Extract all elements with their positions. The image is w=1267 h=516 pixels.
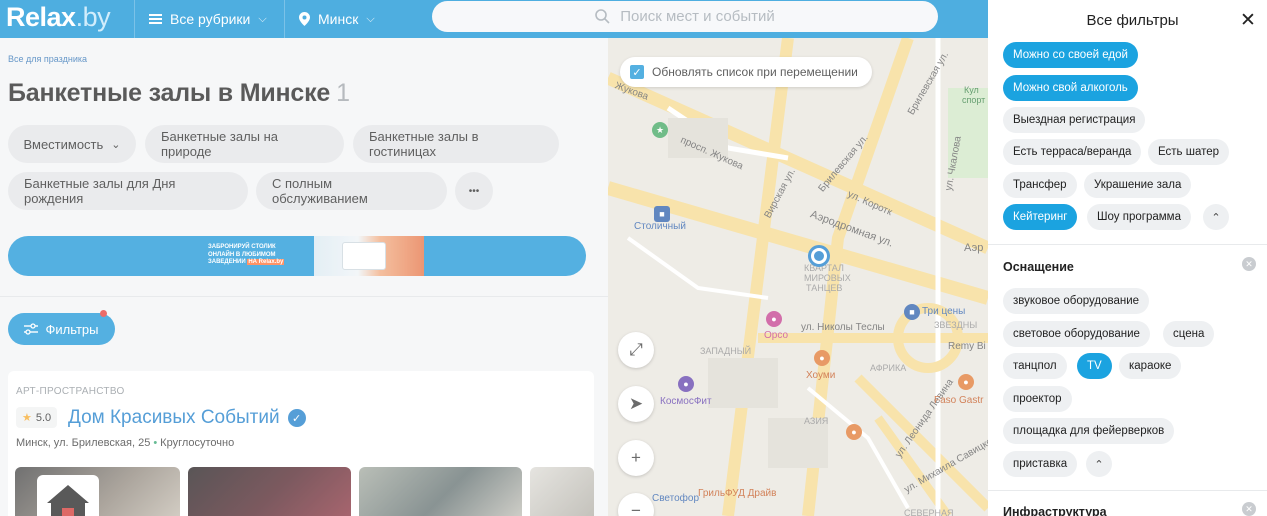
chevron-up-icon: ⌃ bbox=[1211, 211, 1221, 224]
filter-tag[interactable]: караоке bbox=[1119, 353, 1182, 379]
close-button[interactable]: ✕ bbox=[1240, 9, 1256, 32]
section-title-infrastructure: Инфраструктура bbox=[1003, 505, 1107, 516]
close-icon: ✕ bbox=[1240, 10, 1256, 31]
chevron-up-icon: ⌃ bbox=[1094, 458, 1104, 471]
filter-tag[interactable]: Кейтеринг bbox=[1003, 204, 1078, 230]
filter-tag[interactable]: Есть шатер bbox=[1148, 139, 1230, 165]
filter-tag[interactable]: Можно со своей едой bbox=[1003, 42, 1138, 68]
filter-tag[interactable]: Есть терраса/веранда bbox=[1003, 139, 1142, 165]
filter-tag[interactable]: Выездная регистрация bbox=[1003, 107, 1146, 133]
divider bbox=[988, 244, 1267, 245]
filter-tag[interactable]: сцена bbox=[1163, 321, 1215, 347]
divider bbox=[988, 490, 1267, 491]
filter-tag[interactable]: TV bbox=[1077, 353, 1112, 379]
clear-section-button[interactable]: ✕ bbox=[1242, 502, 1256, 516]
filters-scroll-area[interactable]: Можно со своей едой Можно свой алкоголь … bbox=[988, 40, 1267, 516]
modal-backdrop[interactable] bbox=[0, 0, 988, 516]
clear-section-button[interactable]: ✕ bbox=[1242, 257, 1256, 271]
filter-tag[interactable]: Трансфер bbox=[1003, 172, 1077, 198]
panel-title: Все фильтры bbox=[1086, 12, 1179, 29]
filter-tag[interactable]: площадка для фейерверков bbox=[1003, 418, 1175, 444]
filter-tag[interactable]: звуковое оборудование bbox=[1003, 288, 1150, 314]
filter-tag[interactable]: танцпол bbox=[1003, 353, 1067, 379]
filter-tag[interactable]: Можно свой алкоголь bbox=[1003, 75, 1138, 101]
filter-tag[interactable]: приставка bbox=[1003, 451, 1078, 477]
section-title-equipment: Оснащение bbox=[1003, 260, 1074, 274]
clear-icon: ✕ bbox=[1245, 258, 1253, 269]
filter-tag[interactable]: Украшение зала bbox=[1084, 172, 1192, 198]
filters-panel: Все фильтры ✕ Можно со своей едой Можно … bbox=[988, 0, 1267, 516]
collapse-button[interactable]: ⌃ bbox=[1203, 204, 1229, 230]
collapse-button[interactable]: ⌃ bbox=[1086, 451, 1112, 477]
filter-tag[interactable]: световое оборудование bbox=[1003, 321, 1150, 347]
filter-tag[interactable]: Шоу программа bbox=[1087, 204, 1191, 230]
filter-tag[interactable]: проектор bbox=[1003, 386, 1072, 412]
clear-icon: ✕ bbox=[1245, 503, 1253, 514]
